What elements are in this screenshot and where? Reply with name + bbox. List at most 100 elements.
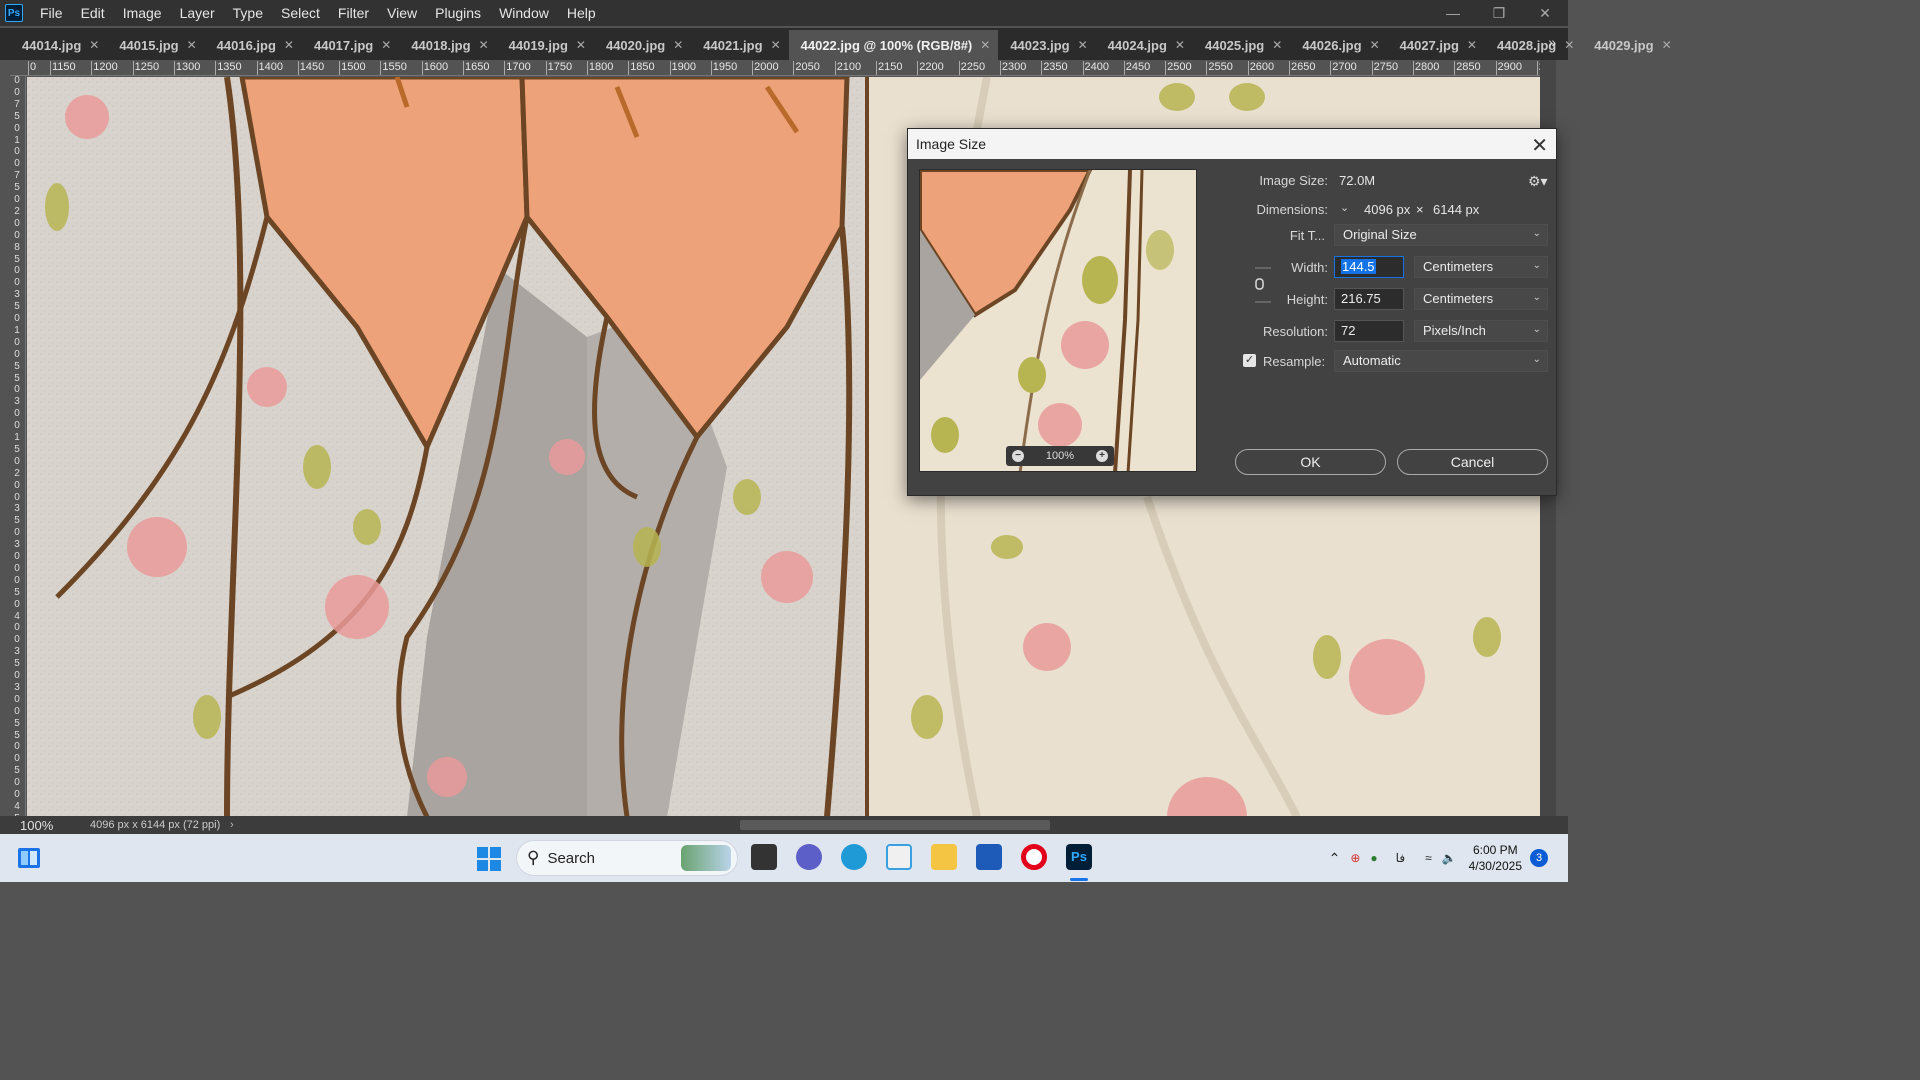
tab-close-icon[interactable]: ✕: [1370, 38, 1380, 52]
menu-plugins[interactable]: Plugins: [426, 0, 490, 26]
document-tab[interactable]: 44021.jpg ✕: [691, 30, 788, 60]
cancel-button[interactable]: Cancel: [1397, 449, 1548, 475]
ruler-tick-label: 2300: [999, 61, 1027, 75]
width-input[interactable]: 144.5: [1334, 256, 1404, 278]
menu-help[interactable]: Help: [558, 0, 605, 26]
tab-close-icon[interactable]: ✕: [284, 38, 294, 52]
restore-icon[interactable]: ❐: [1476, 0, 1522, 26]
resolution-input[interactable]: 72: [1334, 320, 1404, 342]
tab-overflow-icon[interactable]: »: [1548, 34, 1556, 50]
ruler-tick-label: 5: [14, 182, 20, 194]
document-tab[interactable]: 44019.jpg ✕: [497, 30, 594, 60]
task-view-icon[interactable]: [751, 844, 777, 870]
fit-to-dropdown[interactable]: Original Size ⌄: [1334, 224, 1548, 246]
document-tab[interactable]: 44018.jpg ✕: [399, 30, 496, 60]
document-tab[interactable]: 44027.jpg ✕: [1388, 30, 1485, 60]
tab-close-icon[interactable]: ✕: [1564, 38, 1574, 52]
document-tab[interactable]: 44028.jpg ✕: [1485, 30, 1582, 60]
edge-icon[interactable]: [841, 844, 867, 870]
ruler-tick-label: 1200: [91, 61, 118, 75]
taskbar-search[interactable]: ⚲ Search: [516, 840, 738, 876]
tab-close-icon[interactable]: ✕: [1078, 38, 1088, 52]
ok-button[interactable]: OK: [1235, 449, 1386, 475]
wifi-icon[interactable]: ≈: [1425, 851, 1432, 865]
document-tab[interactable]: 44020.jpg ✕: [594, 30, 691, 60]
document-tab[interactable]: 44014.jpg ✕: [10, 30, 107, 60]
chevron-up-icon[interactable]: ⌃: [1329, 850, 1341, 867]
store-icon[interactable]: [976, 844, 1002, 870]
tab-close-icon[interactable]: ✕: [1467, 38, 1477, 52]
menu-image[interactable]: Image: [114, 0, 171, 26]
close-window-icon[interactable]: ✕: [1522, 0, 1568, 26]
tab-close-icon[interactable]: ✕: [980, 38, 990, 52]
zoom-out-icon[interactable]: −: [1012, 450, 1024, 462]
ruler-tick-label: 1950: [710, 61, 738, 75]
resolution-unit-dropdown[interactable]: Pixels/Inch ⌄: [1414, 320, 1548, 342]
volume-muted-icon[interactable]: 🔈: [1442, 851, 1457, 865]
notification-badge[interactable]: 3: [1530, 849, 1548, 867]
tab-close-icon[interactable]: ✕: [1175, 38, 1185, 52]
document-tab[interactable]: 44029.jpg ✕: [1582, 30, 1679, 60]
tab-close-icon[interactable]: ✕: [381, 38, 391, 52]
photoshop-taskbar-icon[interactable]: Ps: [1066, 844, 1092, 870]
language-indicator[interactable]: فا: [1396, 851, 1405, 865]
menu-filter[interactable]: Filter: [329, 0, 378, 26]
tab-label: 44023.jpg: [1010, 37, 1070, 53]
image-size-dialog: Image Size ✕ − 100% + Image Size: 72.0M …: [907, 128, 1557, 496]
minimize-icon[interactable]: —: [1430, 0, 1476, 26]
menu-file[interactable]: File: [31, 0, 72, 26]
tab-close-icon[interactable]: ✕: [1272, 38, 1282, 52]
document-tab[interactable]: 44024.jpg ✕: [1096, 30, 1193, 60]
zoom-in-icon[interactable]: +: [1095, 450, 1108, 462]
menu-layer[interactable]: Layer: [171, 0, 224, 26]
document-tab[interactable]: 44026.jpg ✕: [1290, 30, 1387, 60]
zoom-level[interactable]: 100%: [0, 818, 70, 833]
document-tab[interactable]: 44015.jpg ✕: [107, 30, 204, 60]
height-input[interactable]: 216.75: [1334, 288, 1404, 310]
ruler-tick-label: 7: [14, 98, 20, 110]
snipping-tool-icon[interactable]: [886, 844, 912, 870]
vpn-icon[interactable]: ⊕: [1350, 851, 1360, 865]
tab-close-icon[interactable]: ✕: [771, 38, 781, 52]
horizontal-scrollbar-thumb[interactable]: [740, 820, 1050, 830]
resample-dropdown[interactable]: Automatic ⌄: [1334, 350, 1548, 372]
gear-icon[interactable]: ⚙▾: [1528, 173, 1548, 190]
ruler-tick-label: 1450: [297, 61, 325, 75]
tab-close-icon[interactable]: ✕: [1662, 38, 1672, 52]
document-tab[interactable]: 44022.jpg @ 100% (RGB/8#) ✕: [788, 30, 999, 60]
ruler-tick-label: 1500: [339, 61, 366, 75]
menu-select[interactable]: Select: [272, 0, 329, 26]
dimensions-dropdown-icon[interactable]: ⌄: [1340, 201, 1349, 214]
globe-icon[interactable]: ●: [1370, 851, 1377, 865]
dialog-close-icon[interactable]: ✕: [1531, 133, 1548, 158]
width-unit-dropdown[interactable]: Centimeters ⌄: [1414, 256, 1548, 278]
clock-time: 6:00 PM: [1472, 843, 1518, 857]
document-tab[interactable]: 44023.jpg ✕: [998, 30, 1095, 60]
widgets-icon[interactable]: [17, 846, 41, 870]
resample-checkbox[interactable]: ✓: [1243, 354, 1256, 367]
file-explorer-icon[interactable]: [931, 844, 957, 870]
ruler-tick-label: 2250: [958, 61, 986, 75]
menu-bar: Ps File Edit Image Layer Type Select Filter Vie…: [0, 0, 1568, 26]
tab-close-icon[interactable]: ✕: [187, 38, 197, 52]
document-tab[interactable]: 44017.jpg ✕: [302, 30, 399, 60]
status-menu-arrow-icon[interactable]: ›: [230, 819, 250, 831]
menu-view[interactable]: View: [378, 0, 426, 26]
tab-close-icon[interactable]: ✕: [673, 38, 683, 52]
menu-edit[interactable]: Edit: [72, 0, 114, 26]
height-unit-dropdown[interactable]: Centimeters ⌄: [1414, 288, 1548, 310]
tab-close-icon[interactable]: ✕: [89, 38, 99, 52]
menu-type[interactable]: Type: [224, 0, 272, 26]
tab-close-icon[interactable]: ✕: [479, 38, 489, 52]
ruler-tick-label: 4: [14, 800, 20, 812]
ruler-tick-label: 0: [14, 598, 20, 610]
document-tab[interactable]: 44016.jpg ✕: [205, 30, 302, 60]
clock[interactable]: 6:00 PM 4/30/2025: [1469, 842, 1522, 874]
document-tab[interactable]: 44025.jpg ✕: [1193, 30, 1290, 60]
chat-icon[interactable]: [796, 844, 822, 870]
opera-icon[interactable]: [1021, 844, 1047, 870]
windows-start-icon[interactable]: [477, 847, 501, 871]
menu-window[interactable]: Window: [490, 0, 558, 26]
image-preview[interactable]: − 100% +: [919, 169, 1197, 472]
tab-close-icon[interactable]: ✕: [576, 38, 586, 52]
